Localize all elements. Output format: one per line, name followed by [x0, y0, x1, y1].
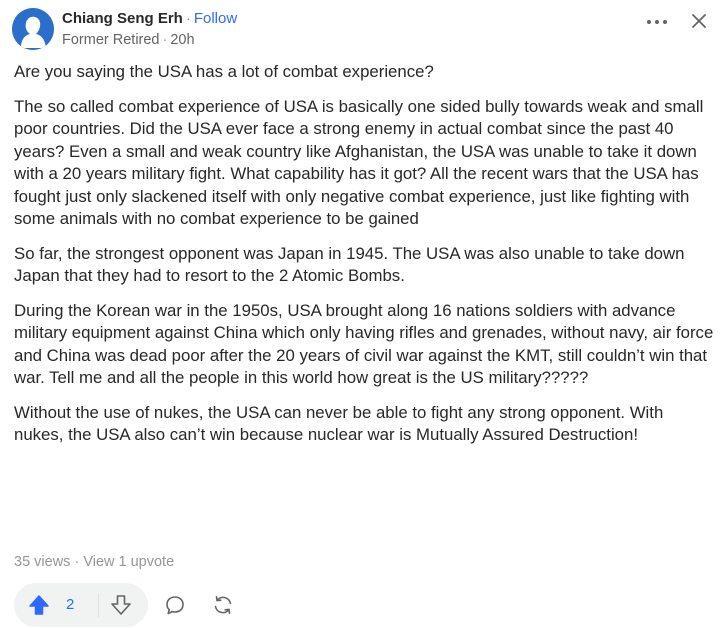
- vote-pill: 2: [14, 583, 148, 627]
- paragraph: Without the use of nukes, the USA can ne…: [14, 402, 664, 445]
- paragraph: Are you saying the USA has a lot of comb…: [14, 62, 434, 81]
- author-name[interactable]: Chiang Seng Erh: [62, 10, 183, 27]
- paragraph: During the Korean war in the 1950s, USA …: [14, 300, 714, 388]
- paragraph: The so called combat experience of USA i…: [14, 96, 704, 229]
- vote-divider: [98, 593, 99, 617]
- upvote-button[interactable]: 2: [14, 583, 96, 627]
- dot: [655, 20, 659, 24]
- post-time[interactable]: 20h: [170, 32, 194, 48]
- dot: [647, 20, 651, 24]
- answer-header: Chiang Seng Erh · Follow Former Retired · 20…: [12, 8, 712, 52]
- follow-link[interactable]: Follow: [194, 10, 237, 27]
- answer-stats: 35 views · View 1 upvote: [14, 554, 174, 570]
- action-bar: 2: [14, 583, 714, 627]
- paragraph: So far, the strongest opponent was Japan…: [14, 243, 685, 286]
- avatar-person-icon: [12, 8, 54, 50]
- meta-separator: ·: [162, 32, 168, 48]
- dot: [663, 20, 667, 24]
- upvote-arrow-icon: [29, 595, 49, 615]
- answer-content: Are you saying the USA has a lot of comb…: [14, 61, 714, 459]
- view-upvotes-link[interactable]: View 1 upvote: [83, 554, 174, 570]
- view-count: 35 views: [14, 554, 71, 570]
- close-icon[interactable]: [688, 10, 710, 32]
- downvote-arrow-icon: [111, 595, 131, 615]
- reshare-button[interactable]: [212, 594, 234, 616]
- author-credential[interactable]: Former Retired: [62, 32, 160, 48]
- more-dots-icon[interactable]: [643, 12, 671, 32]
- upvote-count: 2: [66, 596, 75, 613]
- author-meta: Former Retired · 20h: [62, 31, 195, 49]
- comment-button[interactable]: [164, 594, 186, 616]
- downvote-button[interactable]: [110, 594, 132, 616]
- name-separator: ·: [185, 10, 191, 27]
- stats-separator: ·: [74, 554, 80, 570]
- avatar[interactable]: [12, 8, 54, 50]
- reshare-icon: [214, 596, 232, 614]
- comment-bubble-icon: [166, 596, 184, 615]
- author-row: Chiang Seng Erh · Follow: [62, 10, 237, 28]
